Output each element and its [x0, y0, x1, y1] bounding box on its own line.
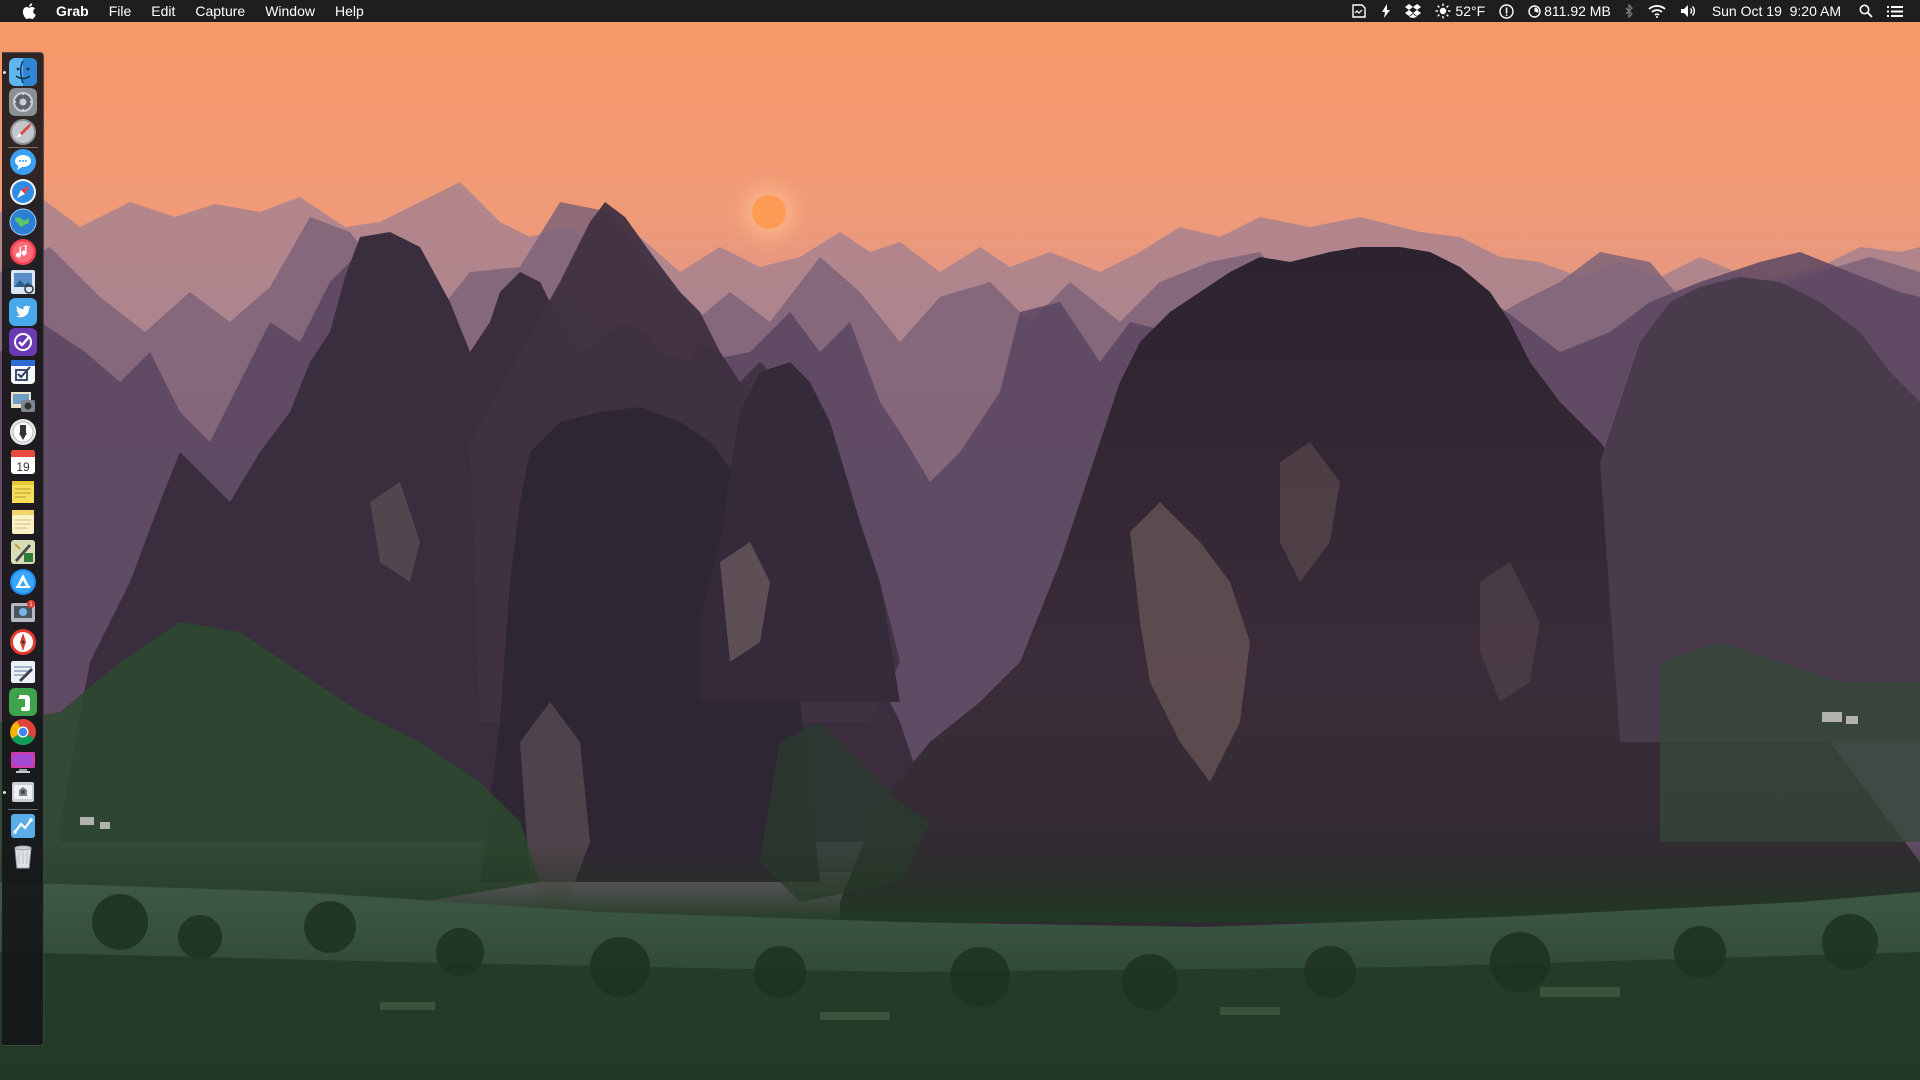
svg-text:19: 19: [16, 460, 30, 474]
script-editor-icon[interactable]: [9, 538, 37, 566]
chrome-icon[interactable]: [9, 718, 37, 746]
menu-help[interactable]: Help: [325, 0, 374, 22]
power-bolt-icon[interactable]: [1374, 0, 1398, 22]
app-store-icon[interactable]: [9, 568, 37, 596]
menu-file[interactable]: File: [99, 0, 142, 22]
photo-booth-icon[interactable]: 1: [9, 598, 37, 626]
downloads-stack-icon[interactable]: [9, 812, 37, 840]
system-preferences-icon[interactable]: [9, 88, 37, 116]
menu-capture[interactable]: Capture: [185, 0, 255, 22]
running-indicator: [3, 791, 6, 794]
calendar-icon[interactable]: 19: [9, 448, 37, 476]
safari-icon[interactable]: [9, 178, 37, 206]
compass-app-icon[interactable]: [9, 628, 37, 656]
sun-icon: [1435, 3, 1451, 19]
info-circle-icon[interactable]: [1492, 0, 1521, 22]
notes-menulet-icon[interactable]: [1344, 0, 1374, 22]
menu-bar: Grab File Edit Capture Window Help 52°F: [0, 0, 1920, 22]
desktop-display-icon[interactable]: [9, 748, 37, 776]
dock: 19 1: [2, 52, 44, 1046]
volume-icon[interactable]: [1673, 0, 1705, 22]
memory-status[interactable]: 811.92 MB: [1521, 0, 1618, 22]
clock-datetime[interactable]: Sun Oct 19 9:20 AM: [1705, 0, 1848, 22]
apple-menu-icon[interactable]: [18, 0, 40, 22]
weather-temperature: 52°F: [1455, 3, 1486, 19]
dropbox-icon[interactable]: [1398, 0, 1428, 22]
trash-icon[interactable]: [9, 842, 37, 870]
menu-window[interactable]: Window: [255, 0, 325, 22]
textedit-icon[interactable]: [9, 658, 37, 686]
pinpoint-icon[interactable]: [9, 418, 37, 446]
memory-gauge-icon: [1528, 4, 1541, 18]
grab-icon[interactable]: [9, 778, 37, 806]
app-menu-grab[interactable]: Grab: [46, 0, 99, 22]
wifi-icon[interactable]: [1641, 0, 1673, 22]
weather-status[interactable]: 52°F: [1428, 0, 1492, 22]
finder-icon[interactable]: [9, 58, 37, 86]
dock-separator: [8, 809, 38, 810]
browser-globe-icon[interactable]: [9, 208, 37, 236]
menu-edit[interactable]: Edit: [141, 0, 185, 22]
things-icon[interactable]: [9, 358, 37, 386]
bluetooth-icon[interactable]: [1618, 0, 1641, 22]
stickies-icon[interactable]: [9, 478, 37, 506]
messages-icon[interactable]: [9, 148, 37, 176]
notes-icon[interactable]: [9, 508, 37, 536]
omnifocus-icon[interactable]: [9, 328, 37, 356]
notification-center-icon[interactable]: [1880, 0, 1910, 22]
twitter-icon[interactable]: [9, 298, 37, 326]
spotlight-search-icon[interactable]: [1852, 0, 1880, 22]
desktop-wallpaper: [0, 22, 1920, 1080]
evernote-icon[interactable]: [9, 688, 37, 716]
preview-icon[interactable]: [9, 268, 37, 296]
memory-usage: 811.92 MB: [1544, 3, 1611, 19]
running-indicator: [3, 71, 6, 74]
itunes-icon[interactable]: [9, 238, 37, 266]
launchpad-icon[interactable]: [9, 118, 37, 146]
image-capture-icon[interactable]: [9, 388, 37, 416]
